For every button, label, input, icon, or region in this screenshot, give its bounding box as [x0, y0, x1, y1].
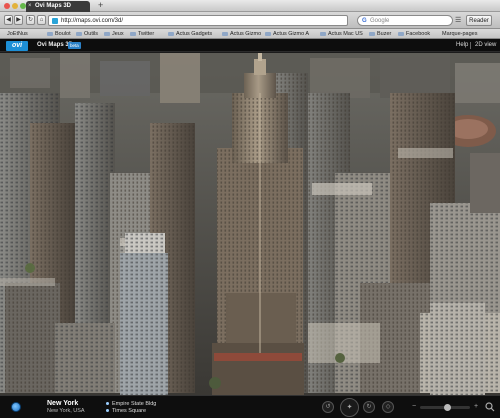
- folder-icon: [265, 31, 271, 36]
- poi-item[interactable]: Times Square: [106, 408, 146, 414]
- bookmark-label: Twitter: [138, 31, 155, 37]
- folder-icon: [130, 31, 136, 36]
- reader-button[interactable]: Reader: [466, 15, 492, 26]
- address-bar-url: http://maps.ovi.com/3d/: [61, 18, 124, 24]
- bookmark-label: JoEtNus: [7, 31, 28, 37]
- tilt-icon: ◇: [385, 404, 391, 410]
- rotate-right-button[interactable]: ↻: [363, 401, 375, 413]
- forward-button[interactable]: ▶: [14, 15, 23, 25]
- home-button[interactable]: ⌂: [37, 15, 46, 25]
- bookmark-item[interactable]: Actus Gizmo A: [265, 29, 310, 38]
- location-pin-icon[interactable]: [11, 402, 21, 412]
- search-input[interactable]: G Google: [357, 15, 453, 26]
- location-city: New York: [47, 400, 79, 407]
- zoom-in-button[interactable]: +: [474, 401, 478, 413]
- rotate-left-icon: ↺: [325, 404, 331, 410]
- folder-icon: [47, 31, 53, 36]
- poi-label: Times Square: [112, 408, 147, 414]
- new-tab-button[interactable]: +: [98, 0, 103, 11]
- beta-badge: beta: [68, 42, 81, 49]
- folder-icon: [398, 31, 404, 36]
- bookmark-item[interactable]: Actus Gizmo: [222, 29, 262, 38]
- close-window-button[interactable]: [4, 3, 10, 9]
- bookmark-label: Actus Mac US: [328, 31, 363, 37]
- address-bar[interactable]: http://maps.ovi.com/3d/: [48, 15, 348, 26]
- bookmark-item[interactable]: Buzer: [369, 29, 392, 38]
- bookmark-item[interactable]: Boulot: [47, 29, 71, 38]
- ovi-logo[interactable]: ovi: [6, 41, 28, 51]
- bookmark-label: Actus Gadgets: [176, 31, 213, 37]
- bookmark-label: Marque-pages: [442, 31, 478, 37]
- browser-titlebar: × Ovi Maps 3D +: [0, 0, 500, 12]
- google-icon: G: [362, 18, 367, 24]
- city-aerial-image: [0, 53, 500, 395]
- bookmark-item[interactable]: Twitter: [130, 29, 155, 38]
- compass-icon: ✦: [346, 404, 353, 411]
- bookmark-item[interactable]: Jeux: [104, 29, 124, 38]
- search-icon[interactable]: [485, 402, 495, 412]
- folder-icon: [222, 31, 228, 36]
- rotate-left-button[interactable]: ↺: [322, 401, 334, 413]
- bookmark-label: Boulot: [55, 31, 71, 37]
- bookmark-item[interactable]: Actus Gadgets: [168, 29, 213, 38]
- search-placeholder: Google: [370, 18, 390, 24]
- minimize-window-button[interactable]: [12, 3, 18, 9]
- folder-icon: [369, 31, 375, 36]
- poi-dot-icon: [106, 408, 109, 412]
- rotate-right-icon: ↻: [366, 404, 372, 410]
- tab-close-icon[interactable]: ×: [28, 1, 32, 12]
- back-button[interactable]: ◀: [4, 15, 13, 25]
- poi-item[interactable]: Empire State Bldg: [106, 401, 156, 407]
- bookmark-label: Facebook: [406, 31, 431, 37]
- site-favicon-icon: [52, 18, 58, 24]
- folder-icon: [320, 31, 326, 36]
- poi-label: Empire State Bldg: [112, 401, 157, 407]
- location-info-bar: New York New York, USA Empire State Bldg…: [0, 395, 500, 418]
- bookmark-item[interactable]: Outils: [76, 29, 99, 38]
- location-country: New York, USA: [47, 408, 85, 414]
- bookmark-item[interactable]: JoEtNus: [7, 29, 28, 38]
- page-menu-icon[interactable]: ☰: [455, 15, 464, 26]
- zoom-out-button[interactable]: −: [412, 401, 416, 413]
- tab-title: Ovi Maps 3D: [35, 3, 72, 9]
- bookmarks-bar: JoEtNus Boulot Outils Jeux Twitter Actus Gadg…: [0, 29, 500, 39]
- folder-icon: [168, 31, 174, 36]
- bookmark-item[interactable]: Facebook: [398, 29, 431, 38]
- bookmark-item[interactable]: Actus Mac US: [320, 29, 363, 38]
- app-header: ovi Ovi Maps 3D beta Help 2D view: [0, 39, 500, 52]
- zoom-slider[interactable]: [420, 404, 470, 411]
- bookmark-label: Actus Gizmo A: [273, 31, 310, 37]
- header-divider: [470, 42, 471, 49]
- bookmark-label: Jeux: [112, 31, 124, 37]
- bookmark-label: Outils: [84, 31, 99, 37]
- bookmark-label: Buzer: [377, 31, 392, 37]
- 2d-view-link[interactable]: 2D view: [475, 39, 496, 52]
- compass-control[interactable]: ✦: [340, 398, 359, 417]
- bookmark-item[interactable]: Marque-pages: [442, 29, 478, 38]
- zoom-slider-handle[interactable]: [443, 404, 451, 411]
- reload-button[interactable]: ↻: [26, 15, 35, 25]
- bookmark-label: Actus Gizmo: [230, 31, 262, 37]
- help-link[interactable]: Help: [456, 39, 468, 52]
- browser-tab[interactable]: × Ovi Maps 3D: [26, 1, 90, 12]
- poi-dot-icon: [106, 401, 109, 405]
- tilt-button[interactable]: ◇: [382, 401, 394, 413]
- browser-toolbar: ◀ ▶ ↻ ⌂ http://maps.ovi.com/3d/ G Google…: [0, 12, 500, 29]
- map-3d-view[interactable]: [0, 53, 500, 395]
- folder-icon: [104, 31, 110, 36]
- folder-icon: [76, 31, 82, 36]
